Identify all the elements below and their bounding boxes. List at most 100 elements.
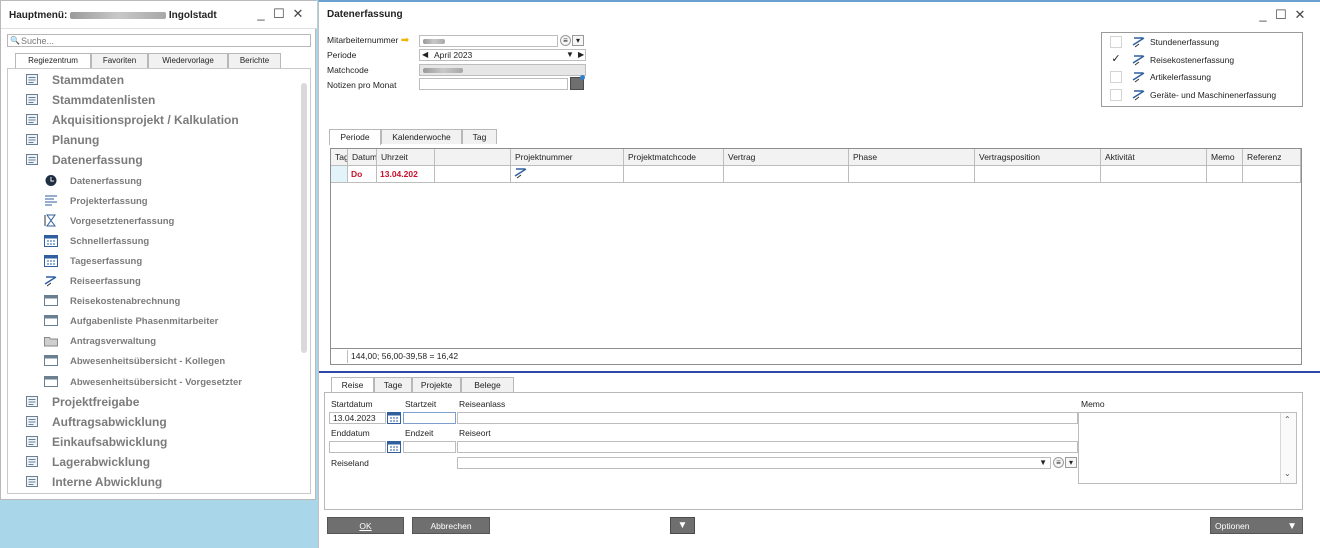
employee-number-field[interactable] <box>419 35 558 47</box>
menu-item[interactable]: Stammdatenlisten <box>8 91 298 110</box>
dropdown-arrow-icon[interactable]: ▾ <box>572 35 584 46</box>
menu-item[interactable]: Akquisitionsprojekt / Kalkulation <box>8 111 298 130</box>
menu-subitem[interactable]: Antragsverwaltung <box>8 332 298 351</box>
table-cell[interactable] <box>975 166 1101 183</box>
column-header[interactable]: Memo <box>1207 149 1243 166</box>
menu-item[interactable]: Auftragsabwicklung <box>8 413 298 432</box>
menu-item[interactable]: Lagerabwicklung <box>8 453 298 472</box>
menu-item[interactable]: Datenerfassung <box>8 151 298 170</box>
column-header[interactable]: Referenz <box>1243 149 1301 166</box>
minimize-icon[interactable]: _ <box>1256 7 1270 23</box>
category-checkbox[interactable] <box>1110 88 1122 101</box>
memo-scrollbar[interactable]: ⌃ ⌄ <box>1280 413 1296 483</box>
tab-periode[interactable]: Periode <box>329 129 381 145</box>
startdatum-field[interactable]: 13.04.2023 <box>329 412 386 424</box>
column-header[interactable]: Vertrag <box>724 149 849 166</box>
tab-tage[interactable]: Tage <box>374 377 412 392</box>
row-selector[interactable] <box>331 166 348 183</box>
menu-subitem[interactable]: Reiseerfassung <box>8 272 298 291</box>
category-row[interactable]: Artikelerfassung <box>1108 69 1298 85</box>
category-checkbox[interactable] <box>1110 71 1122 83</box>
column-header[interactable]: Datum <box>348 149 377 166</box>
calendar-icon[interactable] <box>387 441 401 453</box>
reiseland-select[interactable]: ▼ <box>457 457 1051 469</box>
close-icon[interactable]: ✕ <box>1293 7 1307 23</box>
menu-subitem[interactable]: Vorgesetztenerfassung <box>8 212 298 231</box>
search-box[interactable]: 🔍 <box>7 34 311 47</box>
endzeit-field[interactable] <box>403 441 456 453</box>
scroll-up-icon[interactable]: ⌃ <box>1284 415 1291 424</box>
table-cell[interactable] <box>624 166 724 183</box>
column-header[interactable]: Vertragsposition <box>975 149 1101 166</box>
category-row[interactable]: Stundenerfassung <box>1108 34 1298 50</box>
column-header[interactable] <box>435 149 511 166</box>
tab-wiedervorlage[interactable]: Wiedervorlage <box>148 53 228 68</box>
menu-item[interactable]: Projektfreigabe <box>8 393 298 412</box>
calendar-icon[interactable] <box>387 412 401 424</box>
menu-subitem[interactable]: Aufgabenliste Phasenmitarbeiter <box>8 312 298 331</box>
startzeit-field[interactable] <box>403 412 456 424</box>
tab-favoriten[interactable]: Favoriten <box>91 53 148 68</box>
search-input[interactable] <box>21 35 306 46</box>
menu-item[interactable]: Stammdaten <box>8 71 298 90</box>
maximize-icon[interactable]: ☐ <box>272 6 286 22</box>
period-dropdown-icon[interactable]: ▼ <box>566 50 574 60</box>
ok-button[interactable]: OK <box>327 517 404 534</box>
cell-tag[interactable]: Do <box>348 166 377 183</box>
link-arrow-icon[interactable]: ➡ <box>401 35 409 46</box>
table-cell[interactable] <box>435 166 511 183</box>
column-header[interactable]: Tag <box>331 149 348 166</box>
choose-from-list-icon[interactable]: ≡ <box>1053 457 1064 468</box>
category-checkbox[interactable]: ✓ <box>1110 53 1122 66</box>
expand-icon[interactable]: ▼ <box>670 517 695 534</box>
chevron-down-icon[interactable]: ▼ <box>1039 458 1047 468</box>
menu-item[interactable]: Planung <box>8 131 298 150</box>
menu-subitem[interactable]: Schnellerfassung <box>8 232 298 251</box>
menu-item[interactable]: Einkaufsabwicklung <box>8 433 298 452</box>
maximize-icon[interactable]: ☐ <box>1274 7 1288 23</box>
splitter[interactable] <box>319 371 1320 373</box>
scroll-down-icon[interactable]: ⌄ <box>1284 469 1291 478</box>
table-cell[interactable] <box>724 166 849 183</box>
tab-belege[interactable]: Belege <box>461 377 514 392</box>
table-cell[interactable] <box>849 166 975 183</box>
menu-subitem[interactable]: Abwesenheitsübersicht - Vorgesetzter <box>8 373 298 392</box>
notes-edit-icon[interactable] <box>570 75 585 90</box>
category-row[interactable]: ✓ Reisekostenerfassung <box>1108 52 1298 68</box>
next-period-icon[interactable]: ▶ <box>578 50 584 60</box>
table-cell[interactable] <box>1207 166 1243 183</box>
tab-berichte[interactable]: Berichte <box>228 53 281 68</box>
tab-kalenderwoche[interactable]: Kalenderwoche <box>381 129 462 144</box>
category-row[interactable]: Geräte- und Maschinenerfassung <box>1108 87 1298 103</box>
enddatum-field[interactable] <box>329 441 386 453</box>
minimize-icon[interactable]: _ <box>254 6 268 22</box>
dropdown-arrow-icon[interactable]: ▾ <box>1065 457 1077 468</box>
column-header[interactable]: Uhrzeit <box>377 149 435 166</box>
menu-subitem[interactable]: Abwesenheitsübersicht - Kollegen <box>8 352 298 371</box>
choose-from-list-icon[interactable]: ≡ <box>560 35 571 46</box>
cancel-button[interactable]: Abbrechen <box>412 517 490 534</box>
menu-scrollbar[interactable] <box>301 83 307 353</box>
tab-regiezentrum[interactable]: Regiezentrum <box>15 53 91 69</box>
options-button[interactable]: Optionen ▼ <box>1210 517 1303 534</box>
close-icon[interactable]: ✕ <box>291 6 305 22</box>
tab-tag[interactable]: Tag <box>462 129 497 144</box>
tab-projekte[interactable]: Projekte <box>412 377 461 392</box>
menu-subitem[interactable]: Reisekostenabrechnung <box>8 292 298 311</box>
menu-subitem[interactable]: Projekterfassung <box>8 192 298 211</box>
column-header[interactable]: Phase <box>849 149 975 166</box>
menu-subitem[interactable]: Tageserfassung <box>8 252 298 271</box>
memo-textarea[interactable] <box>1078 412 1297 484</box>
tab-reise[interactable]: Reise <box>331 377 374 393</box>
column-header[interactable]: Aktivität <box>1101 149 1207 166</box>
column-header[interactable]: Projektnummer <box>511 149 624 166</box>
notes-field[interactable] <box>419 78 568 90</box>
table-cell[interactable] <box>1101 166 1207 183</box>
cell-datum[interactable]: 13.04.202 <box>377 166 435 183</box>
menu-item[interactable]: Interne Abwicklung <box>8 473 298 492</box>
reiseort-field[interactable] <box>457 441 1078 453</box>
menu-subitem[interactable]: Datenerfassung <box>8 172 298 191</box>
previous-period-icon[interactable]: ◀ <box>422 50 428 60</box>
column-header[interactable]: Projektmatchcode <box>624 149 724 166</box>
reiseanlass-field[interactable] <box>457 412 1078 424</box>
